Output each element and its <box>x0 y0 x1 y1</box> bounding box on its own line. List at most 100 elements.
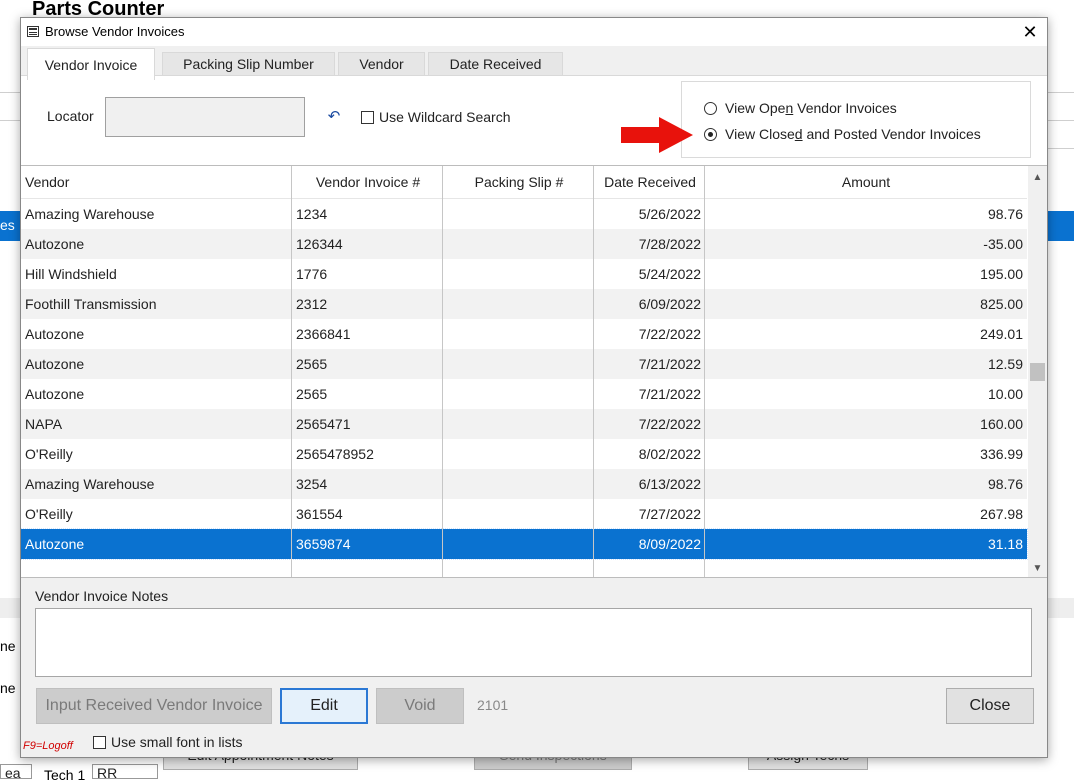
column-header-vendor-invoice[interactable]: Vendor Invoice # <box>293 166 443 199</box>
input-received-vendor-invoice-button[interactable]: Input Received Vendor Invoice <box>36 688 272 724</box>
table-row[interactable]: Autozone 2366841 7/22/2022 249.01 <box>21 319 1027 349</box>
cell-amount: 12.59 <box>987 356 1023 372</box>
table-row[interactable]: Autozone 2565 7/21/2022 12.59 <box>21 349 1027 379</box>
bg-selected-row-text: es <box>0 217 15 233</box>
table-row[interactable]: Foothill Transmission 2312 6/09/2022 825.00 <box>21 289 1027 319</box>
view-open-radio[interactable] <box>704 102 717 115</box>
cell-vendor: O'Reilly <box>25 506 73 522</box>
tab-vendor[interactable]: Vendor <box>338 52 425 76</box>
cell-slip <box>447 469 589 499</box>
table-row[interactable]: Autozone 3659874 8/09/2022 31.18 <box>21 528 1028 560</box>
view-closed-radio[interactable] <box>704 128 717 141</box>
tab-vendor-invoice[interactable]: Vendor Invoice <box>27 48 155 80</box>
vendor-invoice-grid[interactable]: Vendor Vendor Invoice # Packing Slip # D… <box>21 165 1047 578</box>
cell-slip <box>447 319 589 349</box>
cell-date: 5/26/2022 <box>638 206 701 222</box>
cell-invoice: 1776 <box>296 266 328 282</box>
cell-amount: 98.76 <box>987 206 1023 222</box>
cell-vendor: Autozone <box>25 326 85 342</box>
tab-packing-slip-number[interactable]: Packing Slip Number <box>162 52 335 76</box>
cell-amount: 336.99 <box>980 446 1023 462</box>
scroll-down-icon[interactable]: ▼ <box>1028 559 1047 577</box>
void-button[interactable]: Void <box>376 688 464 724</box>
bg-field[interactable]: ea <box>0 764 32 781</box>
cell-slip <box>447 409 589 439</box>
column-header-packing-slip[interactable]: Packing Slip # <box>444 166 594 199</box>
cell-invoice: 2565 <box>296 356 328 372</box>
locator-label: Locator <box>47 108 94 124</box>
view-options-group: View Open Vendor Invoices View Closed an… <box>681 81 1031 158</box>
cell-slip <box>447 529 589 559</box>
cell-slip <box>447 439 589 469</box>
cell-slip <box>447 199 589 229</box>
cell-invoice: 2565 <box>296 386 328 402</box>
browse-vendor-invoices-dialog: Browse Vendor Invoices ✕ Vendor Invoice … <box>20 17 1048 758</box>
cell-amount: -35.00 <box>983 236 1023 252</box>
scroll-up-icon[interactable]: ▲ <box>1028 168 1047 186</box>
cell-invoice: 361554 <box>296 506 343 522</box>
cell-vendor: Autozone <box>25 356 85 372</box>
tech-label: Tech 1 <box>44 767 86 783</box>
table-row[interactable]: Autozone 126344 7/28/2022 -35.00 <box>21 229 1027 259</box>
table-row[interactable]: Hill Windshield 1776 5/24/2022 195.00 <box>21 259 1027 289</box>
column-divider <box>291 166 292 577</box>
wildcard-search-checkbox[interactable] <box>361 111 374 124</box>
cell-invoice: 2565478952 <box>296 446 374 462</box>
cell-vendor: NAPA <box>25 416 63 432</box>
locator-input[interactable] <box>105 97 305 137</box>
scroll-thumb[interactable] <box>1030 363 1045 381</box>
view-closed-label[interactable]: View Closed and Posted Vendor Invoices <box>725 126 981 142</box>
cell-vendor: Autozone <box>25 236 85 252</box>
small-font-checkbox[interactable] <box>93 736 106 749</box>
bg-side-label: ne <box>0 680 16 696</box>
tab-date-received[interactable]: Date Received <box>428 52 563 76</box>
column-header-date-received[interactable]: Date Received <box>595 166 705 199</box>
dialog-title: Browse Vendor Invoices <box>45 24 185 39</box>
bg-side-label: ne <box>0 638 16 654</box>
cell-date: 8/02/2022 <box>638 446 701 462</box>
dialog-titlebar[interactable]: Browse Vendor Invoices ✕ <box>21 18 1047 46</box>
table-row[interactable]: Amazing Warehouse 3254 6/13/2022 98.76 <box>21 469 1027 499</box>
locator-panel: Locator ↶ Use Wildcard Search View Open … <box>21 75 1047 165</box>
cell-invoice: 126344 <box>296 236 343 252</box>
cell-invoice: 2565471 <box>296 416 351 432</box>
cell-vendor: O'Reilly <box>25 446 73 462</box>
cell-slip <box>447 379 589 409</box>
record-count: 2101 <box>477 697 509 713</box>
table-row[interactable]: O'Reilly 2565478952 8/02/2022 336.99 <box>21 439 1027 469</box>
table-row[interactable] <box>21 559 1027 577</box>
table-row[interactable]: NAPA 2565471 7/22/2022 160.00 <box>21 409 1027 439</box>
close-icon[interactable]: ✕ <box>1013 18 1047 46</box>
cell-amount: 10.00 <box>987 386 1023 402</box>
edit-button[interactable]: Edit <box>280 688 368 724</box>
wildcard-search-label[interactable]: Use Wildcard Search <box>379 109 511 125</box>
cell-date: 7/22/2022 <box>638 326 701 342</box>
column-header-amount[interactable]: Amount <box>706 166 1026 199</box>
cell-amount: 267.98 <box>980 506 1023 522</box>
cell-vendor: Foothill Transmission <box>25 296 157 312</box>
small-font-label[interactable]: Use small font in lists <box>111 734 242 750</box>
view-open-prefix: View Ope <box>725 100 786 116</box>
cell-date <box>595 559 701 577</box>
table-row[interactable]: O'Reilly 361554 7/27/2022 267.98 <box>21 499 1027 529</box>
cell-vendor: Amazing Warehouse <box>25 476 155 492</box>
table-row[interactable]: Autozone 2565 7/21/2022 10.00 <box>21 379 1027 409</box>
cell-invoice: 3659874 <box>296 536 351 552</box>
tech-field[interactable]: RR <box>92 764 158 781</box>
cell-slip <box>447 499 589 529</box>
undo-icon[interactable]: ↶ <box>326 109 342 125</box>
column-divider <box>442 166 443 577</box>
grid-scrollbar[interactable]: ▲ ▼ <box>1028 166 1047 577</box>
close-button[interactable]: Close <box>946 688 1034 724</box>
column-header-vendor[interactable]: Vendor <box>25 166 69 199</box>
cell-date: 7/27/2022 <box>638 506 701 522</box>
table-row[interactable]: Amazing Warehouse 1234 5/26/2022 98.76 <box>21 199 1027 229</box>
vendor-invoice-notes[interactable] <box>35 608 1032 677</box>
cell-amount: 825.00 <box>980 296 1023 312</box>
view-open-label[interactable]: View Open Vendor Invoices <box>725 100 897 116</box>
cell-vendor <box>25 559 287 577</box>
view-closed-prefix: View Close <box>725 126 795 142</box>
cell-slip <box>447 229 589 259</box>
cell-vendor: Hill Windshield <box>25 266 117 282</box>
bg-divider <box>1048 92 1074 93</box>
